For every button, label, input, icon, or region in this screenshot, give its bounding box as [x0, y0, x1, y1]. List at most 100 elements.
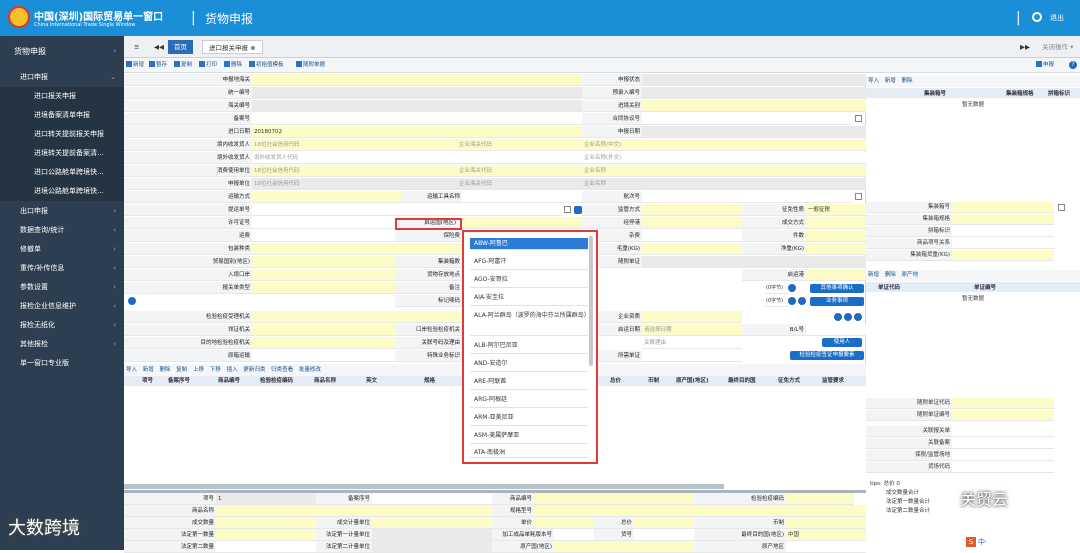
declare-customs-input[interactable]: [252, 74, 582, 86]
expand-icon[interactable]: [128, 297, 136, 305]
container-import-button[interactable]: 导入: [868, 78, 879, 84]
grid-batch-edit-button[interactable]: 批量修改: [299, 367, 321, 373]
r-container-spec-input[interactable]: [952, 214, 1054, 225]
declare-type-input[interactable]: [252, 282, 395, 294]
mark-add-icon[interactable]: [798, 297, 806, 305]
r-doc-no-input[interactable]: [952, 410, 1054, 421]
grid-update-class-button[interactable]: 更新归类: [243, 367, 265, 373]
import-date-input[interactable]: 20180702: [252, 126, 582, 138]
country-option[interactable]: AND-安道尔: [470, 356, 588, 372]
transport-mode-input[interactable]: [252, 191, 402, 203]
voyage-checkbox[interactable]: [855, 193, 862, 200]
consignee-name-cn-input[interactable]: 企业名称(中文): [582, 139, 866, 151]
b-origin-region-input[interactable]: [786, 541, 866, 553]
country-option[interactable]: AFG-阿富汗: [470, 254, 588, 270]
r-container-no-input[interactable]: [952, 202, 1054, 213]
transport-name-input[interactable]: [462, 191, 582, 203]
deal-mode-input[interactable]: [806, 217, 866, 229]
copy-button[interactable]: 复制: [174, 60, 192, 71]
enterprise-qual-input[interactable]: [642, 311, 742, 323]
delete-button[interactable]: 删除: [224, 60, 242, 71]
container-delete-button[interactable]: 删除: [902, 78, 913, 84]
b-unit-price-input[interactable]: [534, 517, 594, 529]
contract-no-input[interactable]: [642, 113, 852, 125]
misc-fee-input[interactable]: [642, 230, 742, 242]
save-draft-button[interactable]: 暂存: [149, 60, 167, 71]
b-final-country-input[interactable]: 中国: [786, 529, 866, 541]
r-doc-code-input[interactable]: [952, 398, 1054, 409]
qual-prev-icon[interactable]: [834, 313, 842, 321]
close-ops-menu[interactable]: 关闭操作 ▾: [1036, 40, 1079, 54]
tab-scroll-left-icon[interactable]: ◀◀: [148, 40, 170, 54]
sidebar-item-road-manifest-entry[interactable]: 进境公路舱单跨境快...: [0, 182, 124, 201]
sidebar-item-transfer-declare[interactable]: 进口转关提前报关申报: [0, 125, 124, 144]
sidebar-item-transfer-record[interactable]: 进境转关提前备案清...: [0, 144, 124, 163]
port-stop-input[interactable]: [642, 217, 742, 229]
bl-checkbox[interactable]: [564, 206, 571, 213]
r-related-record-input[interactable]: [952, 438, 1054, 449]
sidebar-item-pro[interactable]: 单一窗口专业版: [0, 354, 124, 373]
country-option[interactable]: AGO-安哥拉: [470, 272, 588, 288]
country-option[interactable]: AIA-安圭拉: [470, 290, 588, 306]
exemption-input[interactable]: 一般征税: [806, 204, 866, 216]
b-spec-input[interactable]: [534, 505, 866, 517]
b-legal-qty2-input[interactable]: [216, 541, 316, 553]
sidebar-item-params[interactable]: 参数设置 ‹: [0, 278, 124, 297]
original-state-input[interactable]: [252, 350, 395, 362]
b-currency-input[interactable]: [786, 517, 866, 529]
r-bonded-site-input[interactable]: [952, 450, 1054, 461]
sidebar-item-enterprise[interactable]: 报检企业信息维护 ‹: [0, 297, 124, 316]
country-option[interactable]: ALB-阿尔巴尼亚: [470, 338, 588, 354]
start-date-input[interactable]: 请选择日期: [642, 324, 742, 336]
ime-logo-icon[interactable]: S: [966, 537, 976, 547]
grid-new-button[interactable]: 新增: [143, 367, 154, 373]
print-button[interactable]: 打印: [199, 60, 217, 71]
power-icon[interactable]: [1032, 12, 1042, 22]
freight-input[interactable]: [252, 230, 395, 242]
other-items-button[interactable]: 其他事项确认: [810, 284, 864, 293]
sidebar-top[interactable]: 货物申报 ‹: [0, 42, 124, 61]
tab-import-declare[interactable]: 进口报关申报 ⊗: [202, 40, 263, 54]
license-no-input[interactable]: [252, 217, 395, 229]
bl-short-input[interactable]: [806, 324, 866, 336]
entry-customs-input[interactable]: [642, 100, 866, 112]
country-option[interactable]: ALA-阿兰群岛（波罗的海中芬兰所属群岛）: [470, 308, 590, 336]
b-goods-name-input[interactable]: [216, 505, 492, 517]
origin-port-input[interactable]: [806, 269, 866, 281]
consignee-customs-input[interactable]: 企业海关代码: [457, 139, 582, 151]
qual-next-icon[interactable]: [844, 313, 852, 321]
sidebar-item-paperless[interactable]: 报检无纸化 ‹: [0, 316, 124, 335]
grid-copy-button[interactable]: 复制: [176, 367, 187, 373]
tab-scroll-right-icon[interactable]: ▶▶: [1014, 40, 1036, 54]
sidebar-item-query[interactable]: 数据查询/统计 ‹: [0, 221, 124, 240]
country-option[interactable]: ARM-亚美尼亚: [470, 410, 588, 426]
overseas-code-input[interactable]: 境外收发货人代码: [252, 152, 582, 164]
country-option[interactable]: ATA-南极洲: [470, 446, 588, 458]
grid-move-down-button[interactable]: 下移: [210, 367, 221, 373]
bl-lookup-icon[interactable]: [574, 206, 582, 214]
grid-view-class-button[interactable]: 归类查看: [271, 367, 293, 373]
consignee-credit-input[interactable]: 18位社会信用代码: [252, 139, 457, 151]
country-option[interactable]: ARE-阿联酋: [470, 374, 588, 390]
r-goods-relation-input[interactable]: [952, 238, 1054, 249]
record-no-input[interactable]: [252, 113, 582, 125]
overseas-name-input[interactable]: 企业名称(外文): [582, 152, 866, 164]
new-button[interactable]: 新增: [126, 60, 144, 71]
bl-no-input[interactable]: [252, 204, 562, 216]
b-goods-code-input[interactable]: [534, 493, 694, 505]
ime-status[interactable]: 中·: [978, 538, 987, 546]
supervision-mode-input[interactable]: [642, 204, 742, 216]
pieces-input[interactable]: [806, 230, 866, 242]
b-processing-input[interactable]: [554, 529, 594, 541]
trade-country-input[interactable]: [252, 256, 395, 268]
dropdown-scrollbar[interactable]: [589, 236, 593, 366]
origin-country-input[interactable]: [462, 217, 582, 229]
inspection-sign-button[interactable]: 检验检疫签证申报要素: [790, 351, 864, 360]
consumer-customs-input[interactable]: 企业海关代码: [457, 165, 582, 177]
b-origin-country-input[interactable]: [554, 541, 694, 553]
sidebar-item-revoke[interactable]: 修撤单 ‹: [0, 240, 124, 259]
country-option[interactable]: ABW-阿鲁巴: [470, 238, 588, 250]
r-lcl-flag-input[interactable]: [952, 226, 1054, 237]
gross-weight-input[interactable]: [642, 243, 742, 255]
r-yard-code-input[interactable]: [952, 462, 1054, 473]
